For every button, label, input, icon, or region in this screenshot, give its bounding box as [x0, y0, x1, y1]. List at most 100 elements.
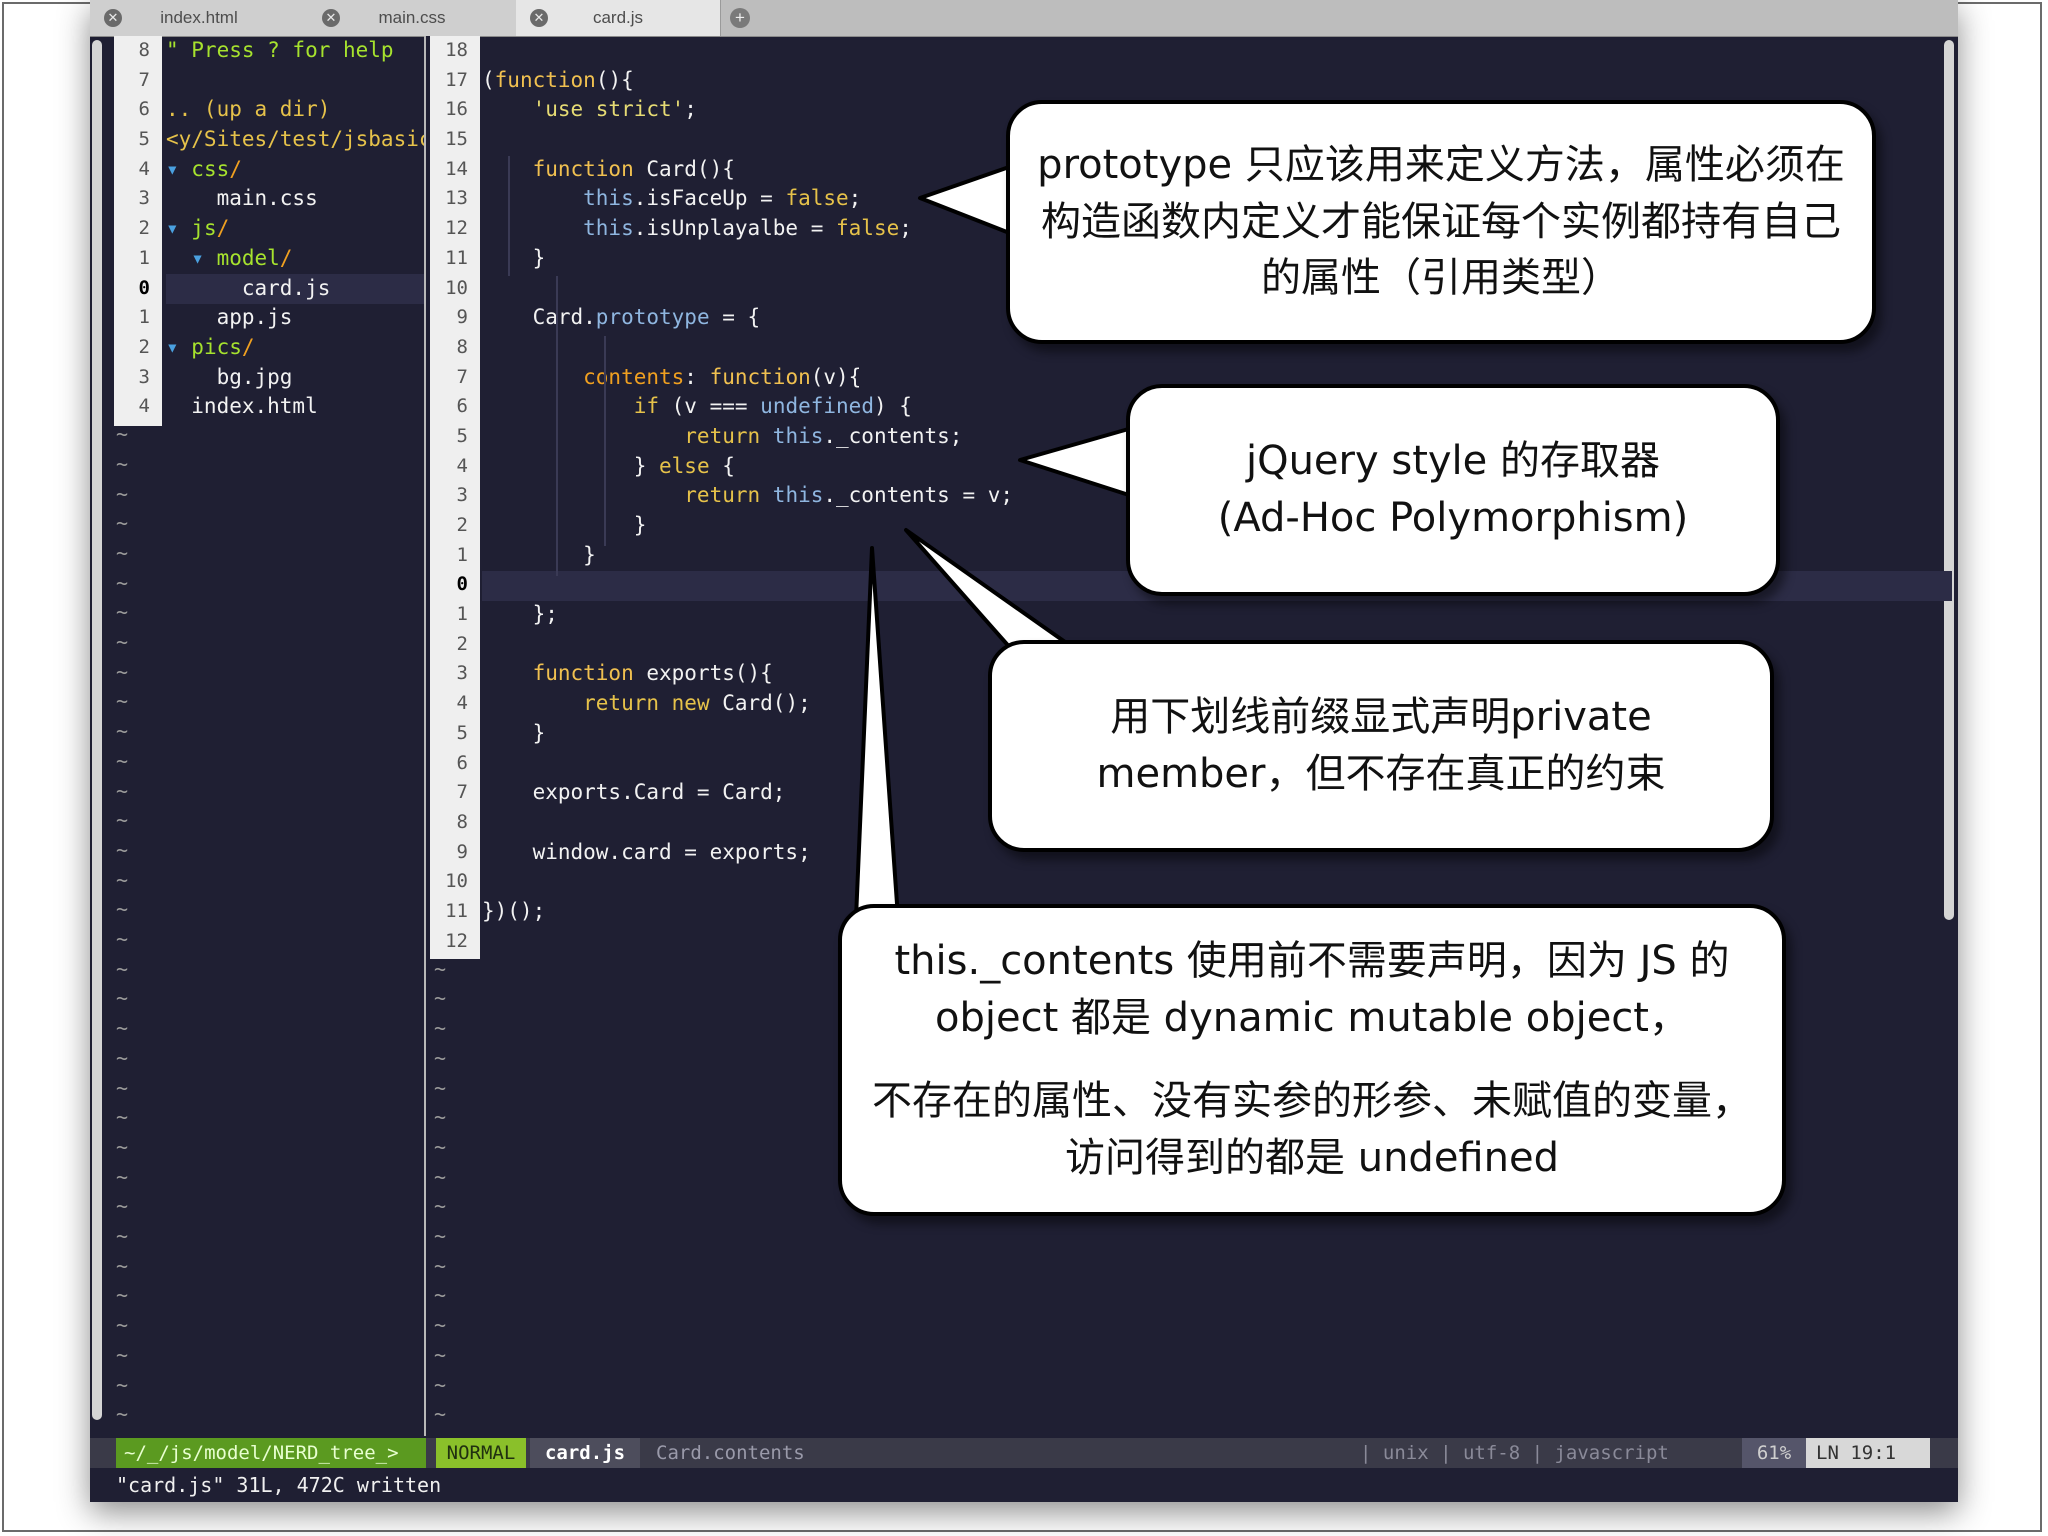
line-number: 5 [138, 128, 150, 151]
code-line[interactable]: bg.jpg [166, 363, 424, 393]
empty-buffer-line: ~ [116, 1342, 129, 1367]
empty-buffer-line: ~ [434, 1283, 447, 1308]
line-number: 6 [456, 751, 468, 774]
empty-buffer-line: ~ [116, 1164, 129, 1189]
empty-buffer-line: ~ [116, 778, 129, 803]
empty-buffer-line: ~ [434, 1224, 447, 1248]
tab-main-css[interactable]: ✕ main.css [308, 0, 517, 36]
line-number: 12 [445, 929, 468, 952]
empty-buffer-line: ~ [116, 1134, 129, 1159]
code-line[interactable]: app.js [166, 303, 424, 333]
token: = { [709, 305, 761, 330]
empty-buffer-line: ~ [116, 570, 129, 595]
code-line[interactable]: (function(){ [482, 66, 1952, 96]
token: ._contents; [823, 423, 963, 448]
code-line[interactable]: ▾ pics/ [166, 333, 424, 363]
code-line[interactable] [166, 66, 424, 96]
tab-card-js[interactable]: ✕ card.js [516, 0, 721, 36]
token: } [482, 453, 660, 478]
code-line[interactable]: " Press ? for help [166, 36, 424, 66]
line-number: 1 [456, 603, 468, 626]
token: ) { [873, 394, 912, 419]
token: js [191, 216, 217, 241]
code-line[interactable]: ▾ css/ [166, 155, 424, 185]
token: .isUnplayalbe = [633, 216, 837, 241]
token: ▾ [166, 216, 192, 241]
token: if [482, 394, 660, 419]
token: } [482, 542, 596, 567]
line-number: 2 [138, 335, 150, 358]
status-percent: 61% [1742, 1438, 1806, 1468]
code-line[interactable]: index.html [166, 392, 424, 422]
empty-buffer-line: ~ [434, 1313, 447, 1338]
token: (){ [595, 67, 634, 92]
line-number: 10 [445, 276, 468, 299]
token: { [709, 453, 735, 478]
token: new [659, 691, 710, 716]
status-mode: NORMAL [436, 1438, 526, 1468]
code-line[interactable]: }; [482, 600, 1952, 630]
code-line[interactable] [482, 36, 1952, 66]
nerd-tree-panel[interactable]: " Press ? for help .. (up a dir) <y/Sites/… [166, 36, 424, 1436]
empty-buffer-line: ~ [116, 1105, 129, 1130]
empty-buffer-line: ~ [116, 927, 129, 951]
line-number: 17 [445, 68, 468, 91]
token: <y/Sites/test/jsbasic/ [166, 127, 424, 152]
token: index.html [166, 394, 318, 419]
empty-buffer-line: ~ [116, 719, 129, 744]
code-line[interactable]: ▾ js/ [166, 214, 424, 244]
token: / [279, 245, 293, 270]
token: ▾ [166, 156, 192, 181]
empty-buffer-line: ~ [116, 1045, 129, 1070]
line-number: 6 [456, 395, 468, 418]
empty-buffer-line: ~ [116, 511, 129, 536]
token: " Press ? for help [166, 38, 394, 62]
token: .isFaceUp = [633, 186, 786, 211]
code-line[interactable]: card.js [166, 274, 424, 304]
line-number: 0 [138, 276, 150, 299]
token: function [532, 156, 634, 181]
token: undefined [760, 394, 874, 419]
token: }; [482, 602, 558, 627]
line-number: 3 [138, 187, 150, 210]
line-number: 3 [456, 484, 468, 507]
line-number: 2 [138, 217, 150, 240]
tab-index-html[interactable]: ✕ index.html [90, 0, 309, 36]
code-line[interactable]: <y/Sites/test/jsbasic/ [166, 125, 424, 155]
empty-buffer-line: ~ [116, 689, 129, 714]
token: pics [191, 334, 242, 359]
empty-buffer-line: ~ [116, 897, 129, 922]
token: function [709, 364, 811, 389]
code-line[interactable] [482, 867, 1952, 897]
empty-buffer-line: ~ [116, 600, 129, 625]
callout-underscore: 用下划线前缀显式声明private member，但不存在真正的约束 [988, 640, 1774, 852]
token: main.css [166, 186, 318, 211]
code-line[interactable]: .. (up a dir) [166, 95, 424, 125]
code-line[interactable]: ▾ model/ [166, 244, 424, 274]
plus-icon[interactable]: + [730, 8, 750, 28]
status-fileinfo: | unix | utf-8 | javascript [1360, 1442, 1669, 1464]
status-filename: card.js [530, 1438, 640, 1468]
token: ; [684, 97, 697, 122]
callout-line: this._contents 使用前不需要声明，因为 JS 的 object 都… [894, 938, 1730, 1042]
token: ; [899, 216, 912, 241]
token: / [216, 216, 230, 241]
token: })(); [482, 898, 546, 923]
line-number: 4 [138, 395, 150, 418]
empty-buffer-line: ~ [116, 422, 129, 447]
token: else [659, 453, 710, 478]
token: this [482, 216, 634, 241]
empty-buffer-line: ~ [434, 1342, 447, 1367]
empty-buffer-line: ~ [434, 1402, 447, 1427]
code-line[interactable]: main.css [166, 184, 424, 214]
line-number: 3 [138, 365, 150, 388]
code-line-numbers: 18 17 16 15 14 13 12 11 10 9 8 7 6 5 4 3 2 1 0 1 2 3 4 5 6 7 8 9 10 1… [430, 36, 480, 959]
token: (v){ [810, 364, 862, 389]
empty-buffer-line: ~ [116, 748, 129, 773]
tab-label: main.css [378, 8, 446, 27]
line-number: 9 [456, 840, 468, 863]
left-scrollbar[interactable] [92, 40, 102, 1420]
token: prototype [595, 305, 710, 330]
token: exports.Card = Card; [482, 780, 786, 805]
line-number: 7 [456, 781, 468, 804]
